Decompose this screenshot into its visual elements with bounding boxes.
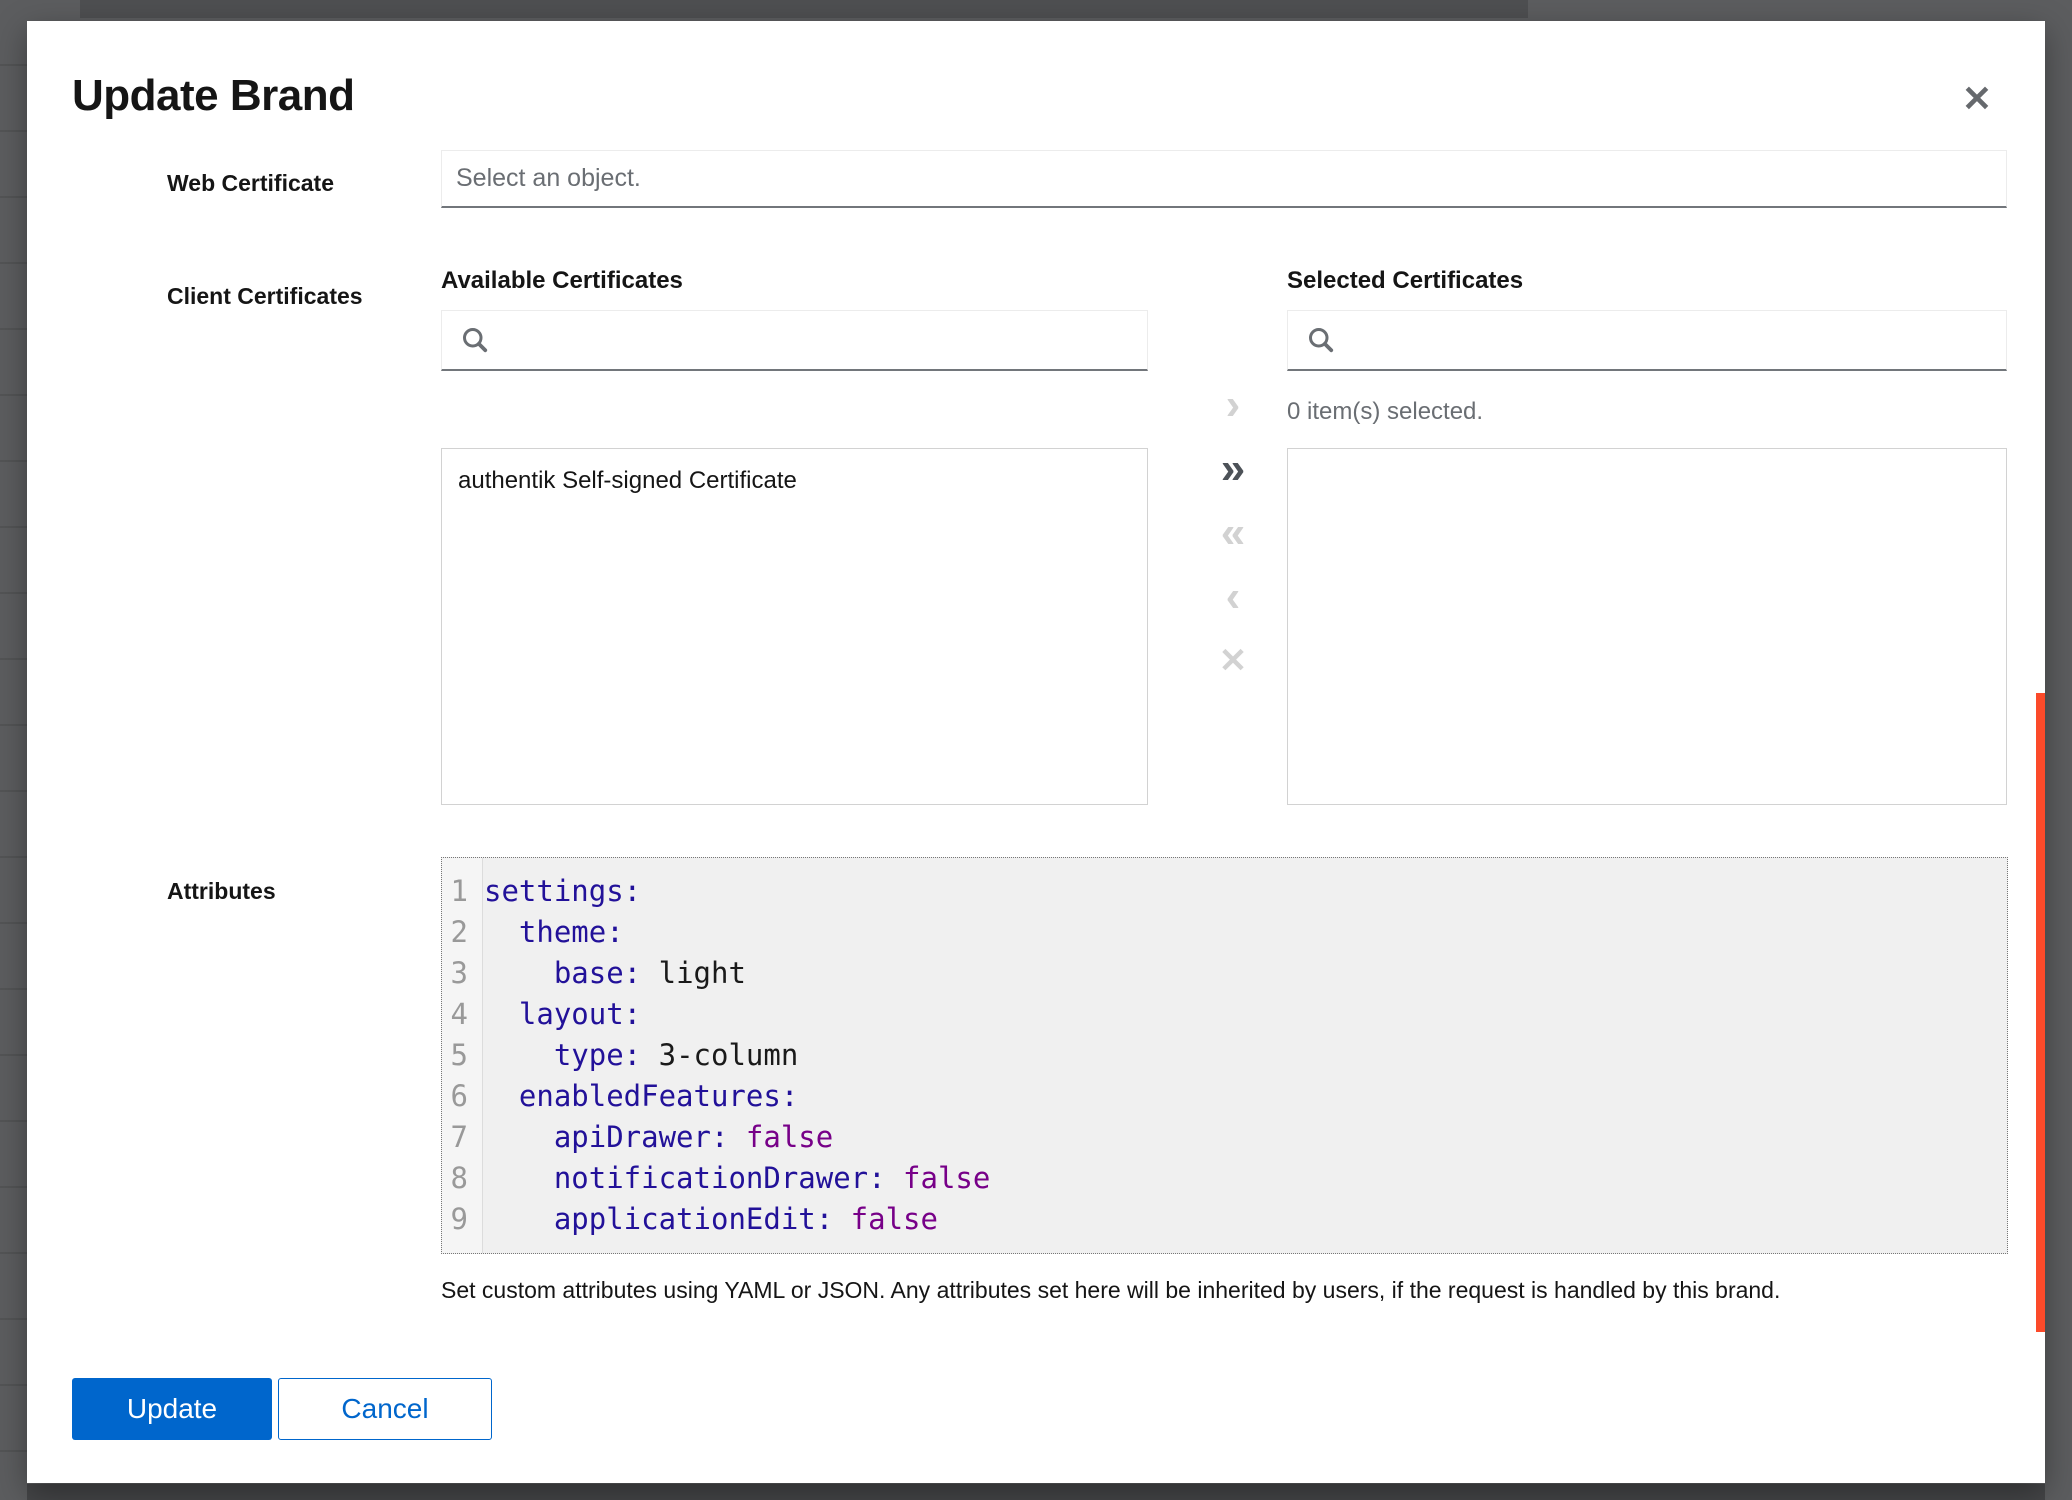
line-number: 3 bbox=[442, 953, 468, 994]
code-line: 3 base: light bbox=[442, 953, 2007, 994]
transfer-button-column: › » « ‹ ✕ bbox=[1167, 373, 1299, 693]
transfer-button[interactable]: « bbox=[1167, 501, 1299, 565]
selected-count-status: 0 item(s) selected. bbox=[1287, 398, 1483, 426]
cancel-button[interactable]: Cancel bbox=[278, 1378, 492, 1440]
code-lines: 1settings:2 theme:3 base: light4 layout:… bbox=[442, 871, 2007, 1240]
code-line: 6 enabledFeatures: bbox=[442, 1076, 2007, 1117]
attributes-help-text: Set custom attributes using YAML or JSON… bbox=[441, 1276, 2011, 1304]
code-line: 8 notificationDrawer: false bbox=[442, 1158, 2007, 1199]
code-line: 9 applicationEdit: false bbox=[442, 1199, 2007, 1240]
transfer-button[interactable]: » bbox=[1167, 437, 1299, 501]
available-certificates-listbox[interactable]: authentik Self-signed Certificate bbox=[441, 448, 1148, 805]
line-number: 7 bbox=[442, 1117, 468, 1158]
line-number: 8 bbox=[442, 1158, 468, 1199]
code-line: 5 type: 3-column bbox=[442, 1035, 2007, 1076]
selected-certificates-heading: Selected Certificates bbox=[1287, 267, 1523, 295]
selected-search-input[interactable] bbox=[1287, 310, 2007, 371]
available-certificates-heading: Available Certificates bbox=[441, 267, 683, 295]
client-certificates-label: Client Certificates bbox=[167, 282, 363, 310]
web-certificate-placeholder: Select an object. bbox=[456, 164, 641, 193]
search-icon bbox=[460, 325, 490, 355]
transfer-button[interactable]: ✕ bbox=[1167, 629, 1299, 693]
list-item[interactable]: authentik Self-signed Certificate bbox=[442, 457, 1147, 505]
code-line: 2 theme: bbox=[442, 912, 2007, 953]
alert-accent-bar bbox=[2036, 693, 2045, 1332]
attributes-label: Attributes bbox=[167, 877, 276, 905]
line-number: 9 bbox=[442, 1199, 468, 1240]
close-icon[interactable]: ✕ bbox=[1949, 73, 2005, 125]
backdrop-sidebar-shadow bbox=[0, 0, 27, 1500]
code-line: 1settings: bbox=[442, 871, 2007, 912]
selected-certificates-listbox[interactable] bbox=[1287, 448, 2007, 805]
code-line: 7 apiDrawer: false bbox=[442, 1117, 2007, 1158]
line-number: 2 bbox=[442, 912, 468, 953]
line-number: 4 bbox=[442, 994, 468, 1035]
code-line: 4 layout: bbox=[442, 994, 2007, 1035]
page-title: Update Brand bbox=[72, 71, 354, 121]
line-number: 1 bbox=[442, 871, 468, 912]
web-certificate-select[interactable]: Select an object. bbox=[441, 150, 2007, 208]
line-number: 6 bbox=[442, 1076, 468, 1117]
search-icon bbox=[1306, 325, 1336, 355]
line-number: 5 bbox=[442, 1035, 468, 1076]
backdrop-masthead-shadow bbox=[80, 0, 1528, 18]
transfer-button[interactable]: › bbox=[1167, 373, 1299, 437]
web-certificate-label: Web Certificate bbox=[167, 169, 334, 197]
update-button[interactable]: Update bbox=[72, 1378, 272, 1440]
backdrop-bottom-shadow bbox=[27, 1484, 2045, 1500]
attributes-code-editor[interactable]: 1settings:2 theme:3 base: light4 layout:… bbox=[441, 857, 2008, 1254]
update-brand-modal: Update Brand ✕ Web Certificate Select an… bbox=[27, 21, 2045, 1483]
transfer-button[interactable]: ‹ bbox=[1167, 565, 1299, 629]
available-search-input[interactable] bbox=[441, 310, 1148, 371]
